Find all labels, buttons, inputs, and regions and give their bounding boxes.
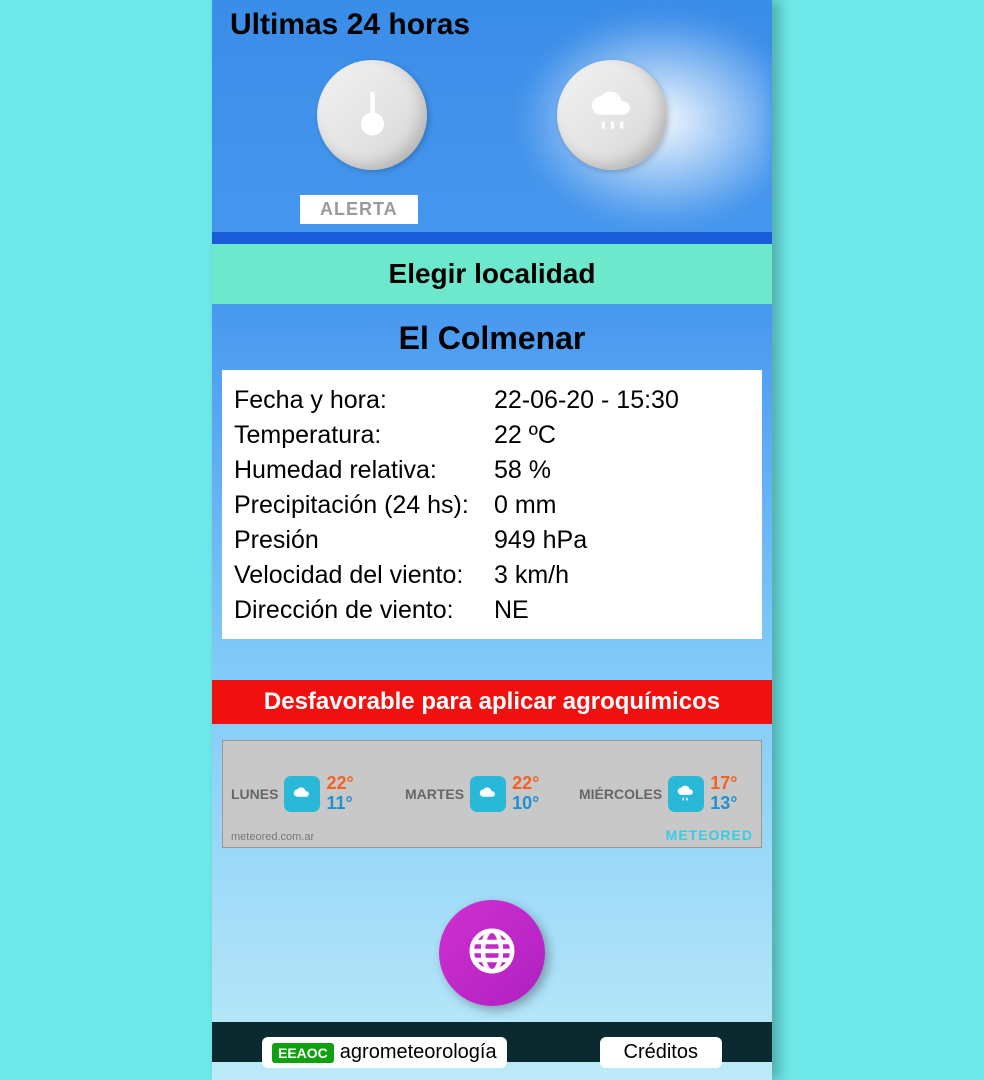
reading-label: Dirección de viento: [234, 596, 494, 625]
reading-label: Presión [234, 526, 494, 555]
reading-value: NE [494, 596, 750, 625]
globe-button[interactable] [439, 900, 545, 1006]
credits-label: Créditos [624, 1041, 698, 1063]
agromet-label: agrometeorología [340, 1041, 497, 1064]
rain-cloud-icon [585, 85, 640, 145]
reading-label: Humedad relativa: [234, 456, 494, 485]
reading-value: 949 hPa [494, 526, 750, 555]
reading-value: 0 mm [494, 491, 750, 520]
reading-label: Temperatura: [234, 421, 494, 450]
forecast-day-name: MIÉRCOLES [579, 786, 662, 802]
forecast-day-name: MARTES [405, 786, 464, 802]
reading-label: Velocidad del viento: [234, 561, 494, 590]
rain-button[interactable] [557, 60, 667, 170]
forecast-lo: 13° [710, 794, 737, 814]
thermometer-icon [345, 85, 400, 145]
forecast-day-name: LUNES [231, 786, 278, 802]
reading-row: Presión 949 hPa [234, 526, 750, 555]
credits-link[interactable]: Créditos [600, 1037, 722, 1068]
reading-row: Humedad relativa: 58 % [234, 456, 750, 485]
forecast-lo: 11° [326, 794, 353, 814]
forecast-hi: 22° [326, 774, 353, 794]
cloudy-icon [470, 776, 506, 812]
choose-locality-button[interactable]: Elegir localidad [212, 244, 772, 304]
agromet-link[interactable]: EEAOC agrometeorología [262, 1037, 507, 1068]
forecast-lo: 10° [512, 794, 539, 814]
reading-value: 3 km/h [494, 561, 750, 590]
reading-value: 22 ºC [494, 421, 750, 450]
reading-row: Temperatura: 22 ºC [234, 421, 750, 450]
divider-bar [212, 232, 772, 244]
reading-row: Velocidad del viento: 3 km/h [234, 561, 750, 590]
forecast-day: MIÉRCOLES 17° 13° [579, 774, 753, 814]
forecast-hi: 22° [512, 774, 539, 794]
header-title: Ultimas 24 horas [230, 8, 470, 42]
globe-icon [465, 924, 519, 983]
forecast-temps: 17° 13° [710, 774, 737, 814]
forecast-temps: 22° 11° [326, 774, 353, 814]
footer-links: EEAOC agrometeorología Créditos [212, 1037, 772, 1068]
forecast-day: MARTES 22° 10° [405, 774, 579, 814]
eeaoc-badge: EEAOC [272, 1043, 334, 1063]
forecast-attribution: meteored.com.ar [231, 831, 314, 843]
alert-badge[interactable]: ALERTA [300, 195, 418, 224]
app-screen: Ultimas 24 horas ALERTA Elegir localidad… [212, 0, 772, 1080]
reading-label: Fecha y hora: [234, 386, 494, 415]
forecast-day: LUNES 22° 11° [231, 774, 405, 814]
reading-row: Fecha y hora: 22-06-20 - 15:30 [234, 386, 750, 415]
reading-row: Precipitación (24 hs): 0 mm [234, 491, 750, 520]
reading-label: Precipitación (24 hs): [234, 491, 494, 520]
forecast-widget[interactable]: LUNES 22° 11° MARTES 22° 10° MIÉRCOLES 1… [222, 740, 762, 848]
agrochemical-warning-banner: Desfavorable para aplicar agroquímicos [212, 680, 772, 724]
forecast-temps: 22° 10° [512, 774, 539, 814]
location-title: El Colmenar [212, 320, 772, 357]
reading-row: Dirección de viento: NE [234, 596, 750, 625]
choose-locality-label: Elegir localidad [389, 258, 596, 290]
readings-panel: Fecha y hora: 22-06-20 - 15:30 Temperatu… [222, 370, 762, 639]
forecast-brand: METEORED [666, 827, 753, 843]
reading-value: 22-06-20 - 15:30 [494, 386, 750, 415]
top-icon-row [212, 60, 772, 170]
forecast-hi: 17° [710, 774, 737, 794]
reading-value: 58 % [494, 456, 750, 485]
cloudy-icon [284, 776, 320, 812]
thermometer-button[interactable] [317, 60, 427, 170]
rain-icon [668, 776, 704, 812]
